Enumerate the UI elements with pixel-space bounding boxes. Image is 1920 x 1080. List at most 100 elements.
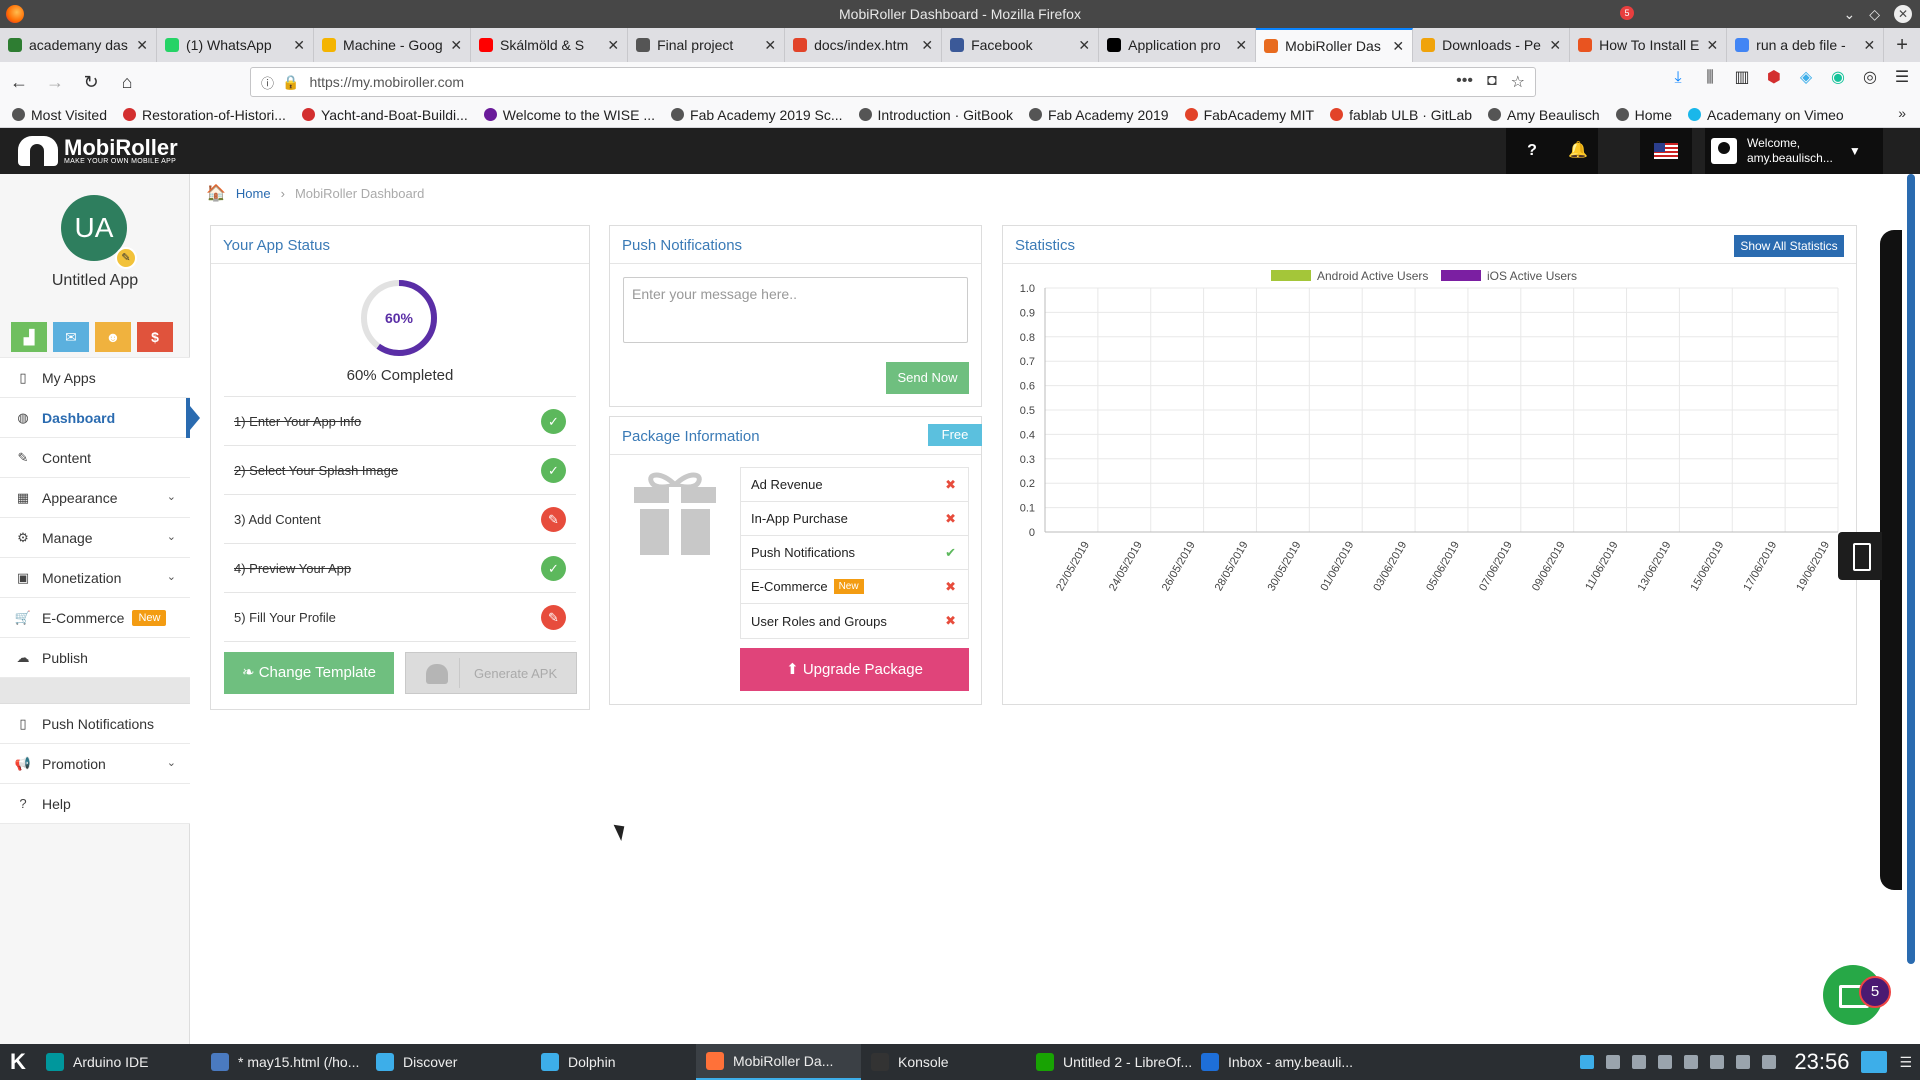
browser-tab[interactable]: Final project ✕ <box>628 28 786 62</box>
change-template-button[interactable]: ❧ Change Template <box>224 652 394 694</box>
browser-tab[interactable]: MobiRoller Das ✕ <box>1256 28 1414 62</box>
tab-close-icon[interactable]: ✕ <box>1235 37 1247 54</box>
status-step[interactable]: 3) Add Content ✎ <box>224 495 576 544</box>
notifications-button[interactable]: 🔔 <box>1558 128 1598 174</box>
sidebar-item-push-notifications[interactable]: ▯ Push Notifications <box>0 704 190 744</box>
close-icon[interactable]: ✕ <box>1894 5 1912 23</box>
sidebar-item-appearance[interactable]: ▦ Appearance ⌄ <box>0 478 190 518</box>
tab-close-icon[interactable]: ✕ <box>1392 38 1404 55</box>
tab-close-icon[interactable]: ✕ <box>450 37 462 54</box>
url-bar[interactable]: ⓘ 🔒 https://my.mobiroller.com ••• ◘ ☆ <box>250 67 1536 97</box>
panel-menu-icon[interactable]: ☰ <box>1899 1054 1912 1071</box>
taskbar-task[interactable]: Arduino IDE <box>36 1044 201 1080</box>
volume-icon[interactable] <box>1684 1055 1699 1069</box>
bookmark-star-icon[interactable]: ☆ <box>1511 72 1525 92</box>
bookmark-item[interactable]: Yacht-and-Boat-Buildi... <box>301 107 468 123</box>
push-message-input[interactable] <box>623 277 968 343</box>
sidebar-item-dashboard[interactable]: ◍ Dashboard <box>0 398 200 438</box>
clipboard-icon[interactable] <box>1710 1055 1725 1069</box>
tab-close-icon[interactable]: ✕ <box>607 37 619 54</box>
tab-close-icon[interactable]: ✕ <box>1706 37 1718 54</box>
help-button[interactable]: ? <box>1506 128 1558 174</box>
sidebar-item-e-commerce[interactable]: 🛒 E-Commerce New <box>0 598 190 638</box>
browser-tab[interactable]: (1) WhatsApp ✕ <box>157 28 315 62</box>
bookmark-item[interactable]: fablab ULB · GitLab <box>1330 107 1472 123</box>
browser-tab[interactable]: Machine - Goog ✕ <box>314 28 472 62</box>
lock-tray-icon[interactable] <box>1762 1055 1777 1069</box>
taskbar-task[interactable]: * may15.html (/ho... <box>201 1044 366 1080</box>
sidebar-item-content[interactable]: ✎ Content <box>0 438 190 478</box>
notifications-tray-icon[interactable] <box>1736 1055 1751 1069</box>
language-button[interactable] <box>1640 128 1692 174</box>
sidebar-item-my-apps[interactable]: ▯ My Apps <box>0 358 190 398</box>
new-tab-icon[interactable]: + <box>1884 28 1920 62</box>
kde-launcher-icon[interactable]: K <box>0 1049 36 1075</box>
status-step[interactable]: 4) Preview Your App ✓ <box>224 544 576 593</box>
extension-icon[interactable]: ◈ <box>1796 68 1816 88</box>
browser-tab[interactable]: How To Install E ✕ <box>1570 28 1728 62</box>
clock[interactable]: 23:56 <box>1794 1049 1849 1075</box>
bookmark-item[interactable]: Fab Academy 2019 <box>1028 107 1169 123</box>
bookmark-item[interactable]: Restoration-of-Histori... <box>123 107 286 123</box>
browser-tab[interactable]: academany das ✕ <box>0 28 158 62</box>
show-all-statistics-button[interactable]: Show All Statistics <box>1734 235 1844 257</box>
back-icon[interactable]: ← <box>2 65 36 99</box>
bookmark-item[interactable]: FabAcademy MIT <box>1184 107 1314 123</box>
sidebar-toggle-icon[interactable]: ▥ <box>1732 68 1752 88</box>
tab-close-icon[interactable]: ✕ <box>136 37 148 54</box>
sidebar-item-promotion[interactable]: 📢 Promotion ⌄ <box>0 744 190 784</box>
pencil-icon[interactable]: ✎ <box>115 247 137 269</box>
mobiroller-logo[interactable]: MobiRoller MAKE YOUR OWN MOBILE APP <box>18 136 178 166</box>
tab-close-icon[interactable]: ✕ <box>1549 37 1561 54</box>
folder-icon[interactable] <box>1580 1055 1595 1069</box>
pocket-icon[interactable]: ◘ <box>1487 72 1497 92</box>
bluetooth-icon[interactable] <box>1606 1055 1621 1069</box>
status-step[interactable]: 2) Select Your Splash Image ✓ <box>224 446 576 495</box>
stats-icon[interactable]: ▟ <box>11 322 47 352</box>
taskbar-task[interactable]: Inbox - amy.beauli... <box>1191 1044 1356 1080</box>
browser-tab[interactable]: Downloads - Pe ✕ <box>1413 28 1571 62</box>
dollar-icon[interactable]: $ <box>137 322 173 352</box>
browser-tab[interactable]: Facebook ✕ <box>942 28 1100 62</box>
bookmark-item[interactable]: Home <box>1615 107 1672 123</box>
info-icon[interactable]: ⓘ <box>261 73 274 92</box>
tab-close-icon[interactable]: ✕ <box>921 37 933 54</box>
send-now-button[interactable]: Send Now <box>886 362 969 394</box>
bookmark-item[interactable]: Fab Academy 2019 Sc... <box>671 107 843 123</box>
tab-close-icon[interactable]: ✕ <box>293 37 305 54</box>
maximize-icon[interactable]: ◇ <box>1869 0 1880 28</box>
bookmark-item[interactable]: Most Visited <box>12 107 107 123</box>
network-icon[interactable] <box>1658 1055 1673 1069</box>
desktop-peek-icon[interactable] <box>1861 1051 1888 1073</box>
users-icon[interactable]: ☻ <box>95 322 131 352</box>
forward-icon[interactable]: → <box>38 65 72 99</box>
browser-tab[interactable]: Skálmöld & S ✕ <box>471 28 629 62</box>
grammarly-icon[interactable]: ◉ <box>1828 68 1848 88</box>
sidebar-item-monetization[interactable]: ▣ Monetization ⌄ <box>0 558 190 598</box>
sidebar-item-manage[interactable]: ⚙ Manage ⌄ <box>0 518 190 558</box>
menu-icon[interactable]: ☰ <box>1892 68 1912 88</box>
breadcrumb-home[interactable]: Home <box>236 186 271 201</box>
home-icon[interactable]: ⌂ <box>110 65 144 99</box>
bookmark-item[interactable]: Amy Beaulisch <box>1488 107 1600 123</box>
bookmarks-overflow-icon[interactable]: » <box>1898 105 1906 121</box>
upgrade-package-button[interactable]: ⬆ Upgrade Package <box>740 648 969 691</box>
battery-icon[interactable] <box>1632 1055 1647 1069</box>
tab-close-icon[interactable]: ✕ <box>1078 37 1090 54</box>
mobile-preview-toggle[interactable] <box>1838 532 1882 580</box>
taskbar-task[interactable]: Konsole <box>861 1044 1026 1080</box>
browser-tab[interactable]: docs/index.htm ✕ <box>785 28 943 62</box>
page-scrollbar[interactable] <box>1907 174 1915 964</box>
browser-tab[interactable]: run a deb file - ✕ <box>1727 28 1885 62</box>
mail-icon[interactable]: ✉ <box>53 322 89 352</box>
browser-tab[interactable]: Application pro ✕ <box>1099 28 1257 62</box>
downloads-icon[interactable]: ⤓ <box>1668 68 1688 88</box>
bookmark-item[interactable]: Academany on Vimeo <box>1688 107 1844 123</box>
taskbar-task[interactable]: Dolphin <box>531 1044 696 1080</box>
library-icon[interactable]: ⫼ <box>1700 68 1720 88</box>
status-step[interactable]: 1) Enter Your App Info ✓ <box>224 397 576 446</box>
reload-icon[interactable]: ↻ <box>74 65 108 99</box>
sidebar-item-help[interactable]: ? Help <box>0 784 190 824</box>
page-actions-icon[interactable]: ••• <box>1456 72 1473 92</box>
url-text[interactable]: https://my.mobiroller.com <box>309 74 464 90</box>
